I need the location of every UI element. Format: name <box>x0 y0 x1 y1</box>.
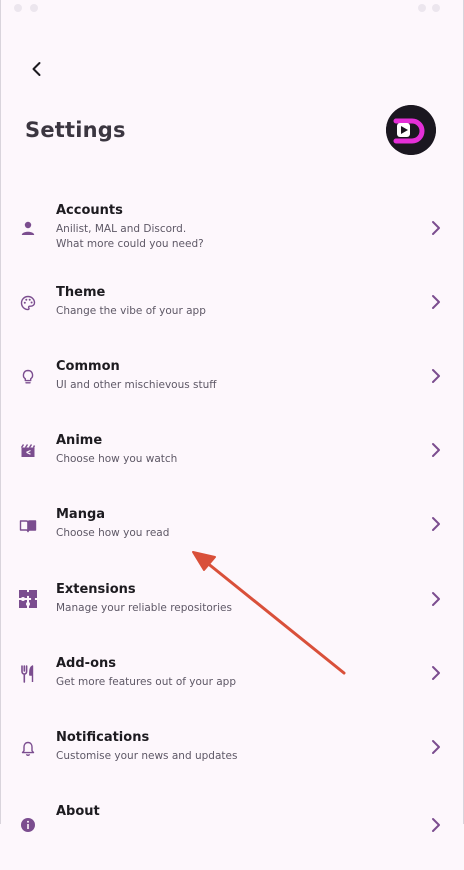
settings-item-description: Get more features out of your app <box>56 676 237 688</box>
avatar[interactable] <box>386 105 436 155</box>
settings-item-description: Change the vibe of your app <box>56 305 206 317</box>
restaurant-icon <box>17 663 39 685</box>
palette-icon <box>17 292 39 314</box>
person-icon <box>17 217 39 239</box>
settings-item-title: Manga <box>56 507 106 522</box>
arrow-back-icon <box>32 62 41 76</box>
settings-item-title: Common <box>56 359 120 374</box>
settings-item-description: Customise your news and updates <box>56 750 238 762</box>
settings-item-title: About <box>56 804 100 819</box>
chevron-right-icon <box>427 816 445 834</box>
settings-item-extensions[interactable]: Extensions Manage your reliable reposito… <box>0 574 464 648</box>
status-dot <box>30 4 38 12</box>
chevron-right-icon <box>427 293 445 311</box>
settings-item-description: Choose how you read <box>56 527 170 539</box>
chevron-right-icon <box>427 664 445 682</box>
extension-icon <box>17 588 39 610</box>
back-button[interactable] <box>24 56 50 82</box>
movie-icon <box>17 440 39 462</box>
settings-item-title: Theme <box>56 285 106 300</box>
settings-item-addons[interactable]: Add-ons Get more features out of your ap… <box>0 648 464 722</box>
settings-item-accounts[interactable]: Accounts Anilist, MAL and Discord. What … <box>0 189 464 263</box>
settings-item-title: Extensions <box>56 582 136 597</box>
settings-item-description: Manage your reliable repositories <box>56 602 232 614</box>
chevron-right-icon <box>427 441 445 459</box>
chevron-right-icon <box>427 590 445 608</box>
settings-item-about[interactable]: About <box>0 796 464 870</box>
settings-item-title: Accounts <box>56 203 123 218</box>
chevron-right-icon <box>427 367 445 385</box>
dantotsu-logo-icon <box>386 105 436 155</box>
chevron-right-icon <box>427 219 445 237</box>
status-bar <box>0 0 464 18</box>
settings-item-title: Add-ons <box>56 656 116 671</box>
settings-item-title: Notifications <box>56 730 150 745</box>
lightbulb-icon <box>17 366 39 388</box>
settings-item-notifications[interactable]: Notifications Customise your news and up… <box>0 722 464 796</box>
settings-item-description: UI and other mischievous stuff <box>56 379 217 391</box>
bell-icon <box>17 738 39 760</box>
settings-item-anime[interactable]: Anime Choose how you watch <box>0 425 464 499</box>
info-icon <box>17 814 39 836</box>
settings-item-manga[interactable]: Manga Choose how you read <box>0 499 464 573</box>
status-dot <box>432 4 440 12</box>
settings-item-description: Anilist, MAL and Discord. What more coul… <box>56 223 204 250</box>
settings-item-description: Choose how you watch <box>56 453 178 465</box>
settings-item-theme[interactable]: Theme Change the vibe of your app <box>0 277 464 351</box>
status-dot <box>418 4 426 12</box>
chevron-right-icon <box>427 515 445 533</box>
settings-item-common[interactable]: Common UI and other mischievous stuff <box>0 351 464 425</box>
page-title: Settings <box>25 118 126 142</box>
status-dot <box>14 4 22 12</box>
settings-item-title: Anime <box>56 433 103 448</box>
chevron-right-icon <box>427 738 445 756</box>
book-icon <box>17 515 39 537</box>
